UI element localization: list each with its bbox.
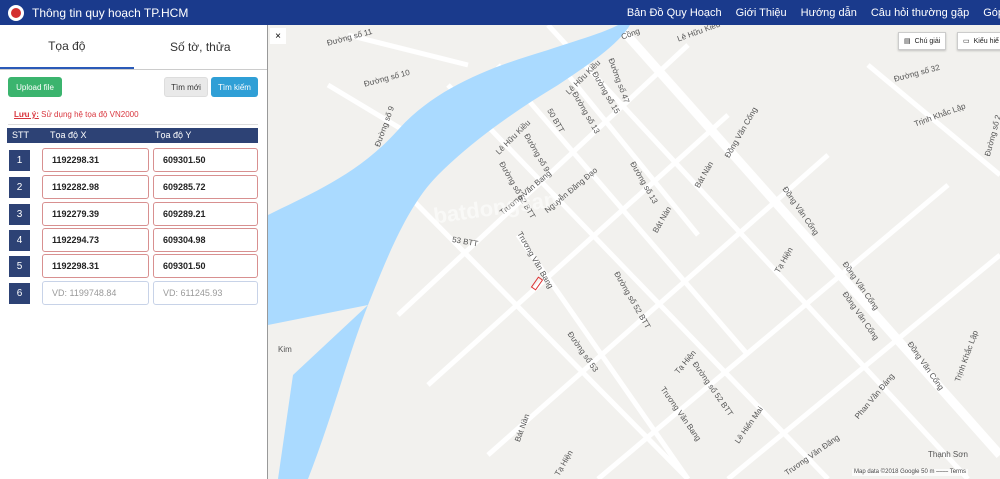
column-y: Tọa độ Y — [155, 130, 192, 140]
legend-button[interactable]: ▤ Chú giải — [898, 32, 947, 50]
nav-huong-dan[interactable]: Hướng dẫn — [801, 7, 857, 19]
road-label: Kim — [278, 345, 292, 354]
nav-gioi-thieu[interactable]: Giới Thiệu — [736, 7, 787, 19]
x-coordinate-input[interactable]: 1192298.31 — [42, 148, 149, 172]
map-style-button-label: Kiểu hiể — [973, 37, 999, 45]
new-search-button[interactable]: Tìm mới — [164, 77, 208, 97]
legend-button-label: Chú giải — [914, 37, 941, 45]
note-text: Sử dụng hệ tọa độ VN2000 — [38, 110, 139, 119]
map-canvas — [268, 25, 1000, 479]
x-coordinate-input[interactable]: 1192294.73 — [42, 228, 149, 252]
note-prefix: Lưu ý: — [14, 110, 39, 119]
row-number: 3 — [9, 204, 30, 225]
tab-bar: Tọa độ Số tờ, thửa — [0, 25, 267, 70]
row-number: 5 — [9, 256, 30, 277]
nav-cau-hoi[interactable]: Câu hỏi thường gặp — [871, 7, 969, 19]
y-coordinate-input[interactable]: 609304.98 — [153, 228, 258, 252]
map-attribution: Map data ©2018 Google 50 m ⎯⎯⎯⎯ Terms — [852, 469, 969, 476]
search-button[interactable]: Tìm kiếm — [211, 77, 258, 97]
table-row: 6 VD: 1199748.84 VD: 611245.93 — [7, 281, 258, 305]
map-style-button[interactable]: ▭ Kiểu hiể — [957, 32, 1000, 50]
top-bar: Thông tin quy hoạch TP.HCM Bản Đồ Quy Ho… — [0, 0, 1000, 25]
x-coordinate-input[interactable]: 1192279.39 — [42, 202, 149, 226]
nav-gop-y[interactable]: Góp — [983, 7, 1000, 19]
row-number: 4 — [9, 230, 30, 251]
table-row: 1 1192298.31 609301.50 — [7, 148, 258, 172]
legend-icon: ▤ — [904, 38, 911, 45]
x-coordinate-input[interactable]: 1192298.31 — [42, 254, 149, 278]
row-number: 6 — [9, 283, 30, 304]
row-number: 2 — [9, 177, 30, 198]
y-coordinate-input[interactable]: 609301.50 — [153, 254, 258, 278]
close-icon[interactable]: × — [270, 28, 286, 44]
map-style-icon: ▭ — [963, 38, 970, 45]
road-network — [326, 25, 1000, 479]
x-coordinate-input[interactable]: VD: 1199748.84 — [42, 281, 149, 305]
coordinate-note: Lưu ý: Sử dụng hệ tọa độ VN2000 — [14, 110, 139, 119]
app-logo[interactable] — [8, 4, 24, 21]
nav-ban-do-quy-hoach[interactable]: Bản Đồ Quy Hoạch — [627, 7, 722, 19]
table-row: 5 1192298.31 609301.50 — [7, 254, 258, 278]
table-row: 3 1192279.39 609289.21 — [7, 202, 258, 226]
column-x: Tọa độ X — [50, 130, 87, 140]
y-coordinate-input[interactable]: 609285.72 — [153, 175, 258, 199]
upload-file-button[interactable]: Upload file — [8, 77, 62, 97]
tab-parcel[interactable]: Số tờ, thửa — [134, 25, 268, 69]
search-panel: Tọa độ Số tờ, thửa Upload file Tìm mới T… — [0, 25, 268, 479]
main-nav: Bản Đồ Quy Hoạch Giới Thiệu Hướng dẫn Câ… — [627, 0, 1000, 25]
map-view[interactable]: × ▤ Chú giải ▭ Kiểu hiể Đường số 11 Đường … — [268, 25, 1000, 479]
y-coordinate-input[interactable]: VD: 611245.93 — [153, 281, 258, 305]
tab-coordinates[interactable]: Tọa độ — [0, 25, 134, 69]
column-stt: STT — [12, 130, 29, 140]
table-row: 4 1192294.73 609304.98 — [7, 228, 258, 252]
table-header: STT Tọa độ X Tọa độ Y — [7, 128, 258, 143]
x-coordinate-input[interactable]: 1192282.98 — [42, 175, 149, 199]
divider — [8, 124, 258, 125]
row-number: 1 — [9, 150, 30, 171]
road-label: Thạnh Sơn — [928, 450, 968, 459]
app-title[interactable]: Thông tin quy hoạch TP.HCM — [32, 6, 188, 20]
y-coordinate-input[interactable]: 609289.21 — [153, 202, 258, 226]
y-coordinate-input[interactable]: 609301.50 — [153, 148, 258, 172]
table-row: 2 1192282.98 609285.72 — [7, 175, 258, 199]
